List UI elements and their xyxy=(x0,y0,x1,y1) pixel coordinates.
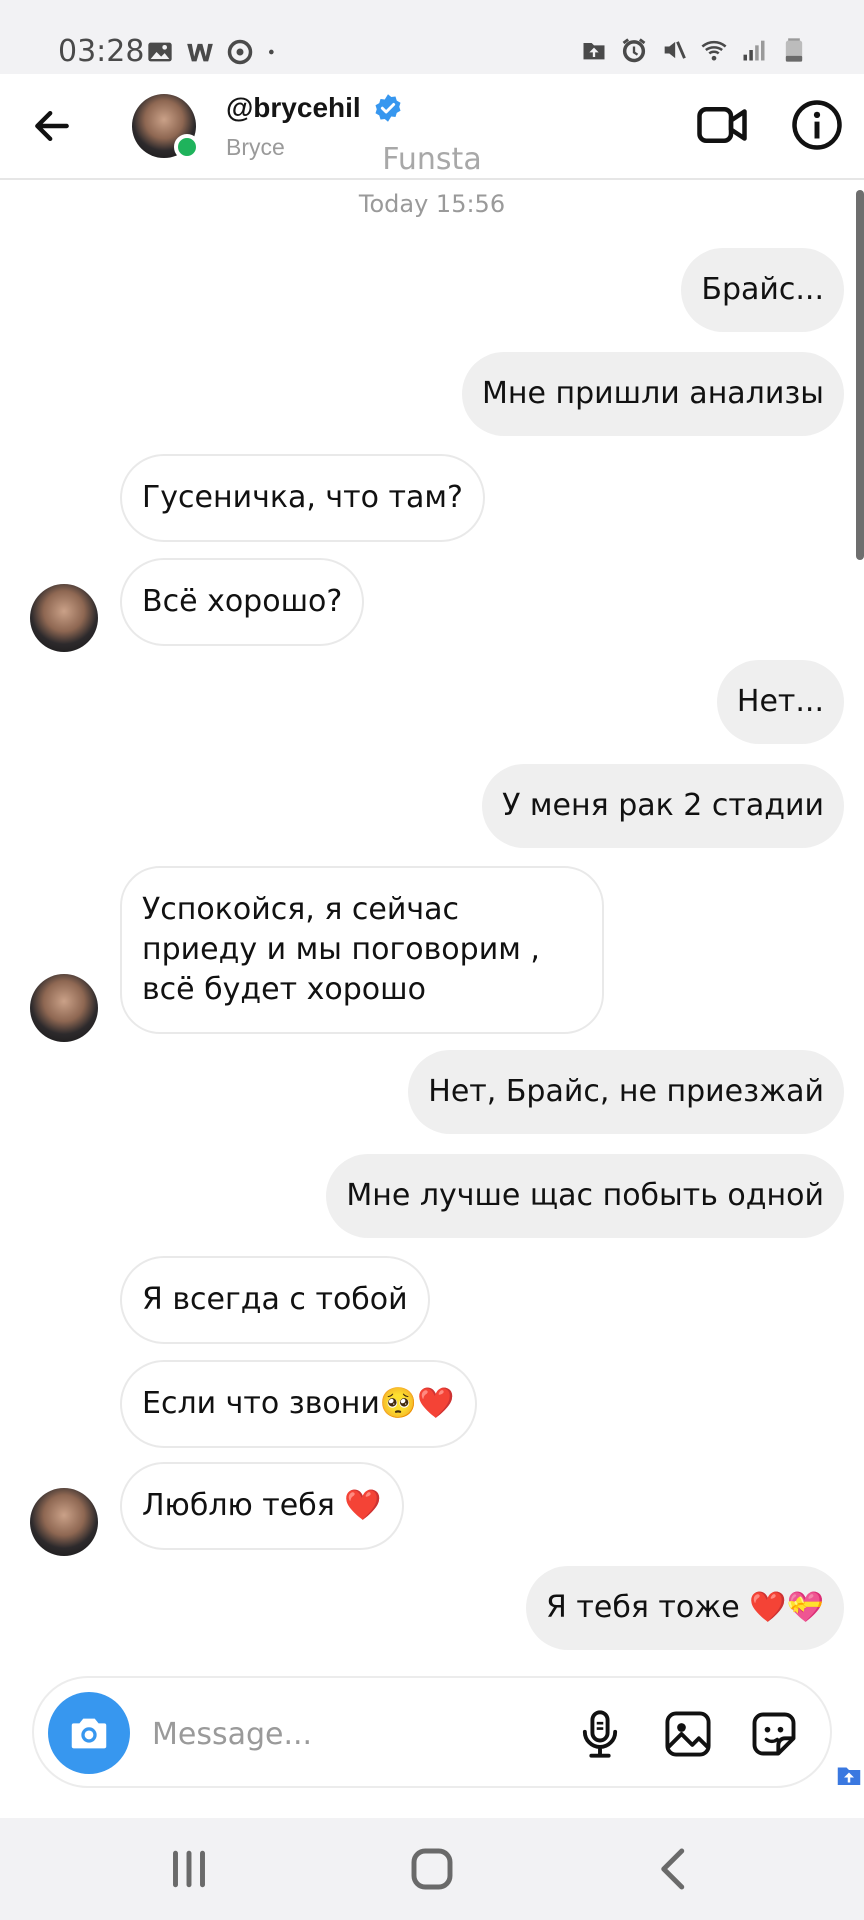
scrollbar[interactable] xyxy=(856,190,864,560)
status-right-icons xyxy=(580,36,808,64)
status-bar: 03:28 xyxy=(0,0,864,74)
message-bubble-incoming[interactable]: Люблю тебя ❤️ xyxy=(120,1462,404,1550)
status-time: 03:28 xyxy=(58,34,145,69)
message-bubble-incoming[interactable]: Успокойся, я сейчас приеду и мы поговори… xyxy=(120,866,604,1034)
w-icon xyxy=(187,43,213,62)
mute-icon xyxy=(664,41,686,59)
message-bubble-outgoing[interactable]: Нет, Брайс, не приезжай xyxy=(408,1050,844,1134)
sticker-icon[interactable] xyxy=(748,1708,800,1760)
camera-button[interactable] xyxy=(48,1692,130,1774)
funsta-label: Funsta xyxy=(382,142,482,177)
username[interactable]: @brycehil xyxy=(226,92,361,124)
system-nav-bar xyxy=(0,1818,864,1920)
verified-badge-icon xyxy=(375,94,401,122)
message-input[interactable] xyxy=(152,1710,452,1758)
floating-upload-icon[interactable] xyxy=(834,1760,864,1790)
message-bubble-outgoing[interactable]: Мне пришли анализы xyxy=(462,352,844,436)
message-bubble-incoming[interactable]: Я всегда с тобой xyxy=(120,1256,430,1344)
message-bubble-outgoing[interactable]: Мне лучше щас побыть одной xyxy=(326,1154,844,1238)
message-composer xyxy=(32,1676,832,1788)
message-bubble-outgoing[interactable]: Я тебя тоже ❤️💝 xyxy=(526,1566,844,1650)
message-bubble-outgoing[interactable]: Брайс... xyxy=(681,248,844,332)
upload-icon xyxy=(583,43,605,60)
sync-icon xyxy=(227,39,253,65)
sender-avatar[interactable] xyxy=(30,974,98,1042)
message-bubble-incoming[interactable]: Если что звони🥺❤️ xyxy=(120,1360,477,1448)
battery-icon xyxy=(785,38,803,62)
dot-icon xyxy=(269,49,274,55)
back-icon[interactable] xyxy=(648,1842,702,1896)
status-left-icons xyxy=(146,38,282,66)
username-row[interactable]: @brycehil xyxy=(226,92,403,124)
home-icon[interactable] xyxy=(405,1842,459,1896)
alarm-icon xyxy=(622,38,646,63)
signal-icon xyxy=(743,40,765,61)
camera-icon xyxy=(71,1718,107,1749)
sender-avatar[interactable] xyxy=(30,584,98,652)
message-bubble-incoming[interactable]: Всё хорошо? xyxy=(120,558,365,646)
recent-apps-icon[interactable] xyxy=(162,1842,216,1896)
microphone-icon[interactable] xyxy=(574,1708,626,1760)
image-icon xyxy=(148,42,172,62)
gallery-icon[interactable] xyxy=(662,1708,714,1760)
message-bubble-outgoing[interactable]: У меня рак 2 стадии xyxy=(482,764,844,848)
message-timestamp: Today 15:56 xyxy=(358,190,506,218)
message-bubble-outgoing[interactable]: Нет... xyxy=(716,660,844,744)
message-bubble-incoming[interactable]: Гусеничка, что там? xyxy=(120,454,485,542)
wifi-icon xyxy=(701,40,727,61)
sender-avatar[interactable] xyxy=(30,1488,98,1556)
